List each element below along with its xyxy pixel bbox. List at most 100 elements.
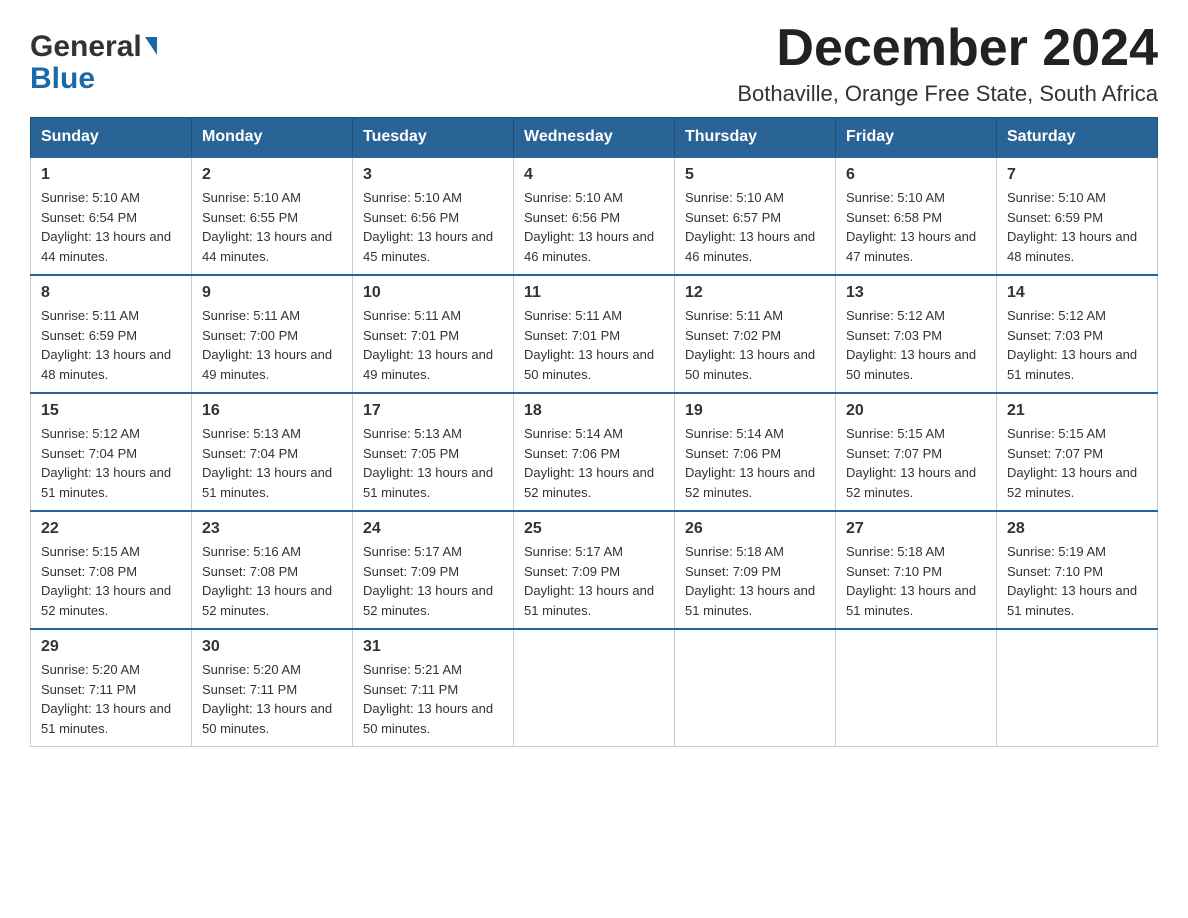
page-header: General Blue December 2024 Bothaville, O… xyxy=(30,20,1158,107)
day-number: 17 xyxy=(363,402,503,420)
day-number: 19 xyxy=(685,402,825,420)
day-number: 18 xyxy=(524,402,664,420)
day-number: 5 xyxy=(685,166,825,184)
day-number: 23 xyxy=(202,520,342,538)
calendar-cell xyxy=(675,629,836,747)
calendar-week-row: 15 Sunrise: 5:12 AMSunset: 7:04 PMDaylig… xyxy=(31,393,1158,511)
calendar-cell: 21 Sunrise: 5:15 AMSunset: 7:07 PMDaylig… xyxy=(997,393,1158,511)
calendar-week-row: 1 Sunrise: 5:10 AMSunset: 6:54 PMDayligh… xyxy=(31,157,1158,275)
calendar-cell: 27 Sunrise: 5:18 AMSunset: 7:10 PMDaylig… xyxy=(836,511,997,629)
day-info: Sunrise: 5:15 AMSunset: 7:07 PMDaylight:… xyxy=(846,424,986,502)
calendar-cell: 24 Sunrise: 5:17 AMSunset: 7:09 PMDaylig… xyxy=(353,511,514,629)
calendar-cell: 25 Sunrise: 5:17 AMSunset: 7:09 PMDaylig… xyxy=(514,511,675,629)
weekday-header-tuesday: Tuesday xyxy=(353,118,514,158)
calendar-table: SundayMondayTuesdayWednesdayThursdayFrid… xyxy=(30,117,1158,747)
location-subtitle: Bothaville, Orange Free State, South Afr… xyxy=(737,81,1158,107)
calendar-cell: 17 Sunrise: 5:13 AMSunset: 7:05 PMDaylig… xyxy=(353,393,514,511)
calendar-cell: 14 Sunrise: 5:12 AMSunset: 7:03 PMDaylig… xyxy=(997,275,1158,393)
day-number: 31 xyxy=(363,638,503,656)
logo-blue-text: Blue xyxy=(30,62,95,96)
day-info: Sunrise: 5:12 AMSunset: 7:03 PMDaylight:… xyxy=(846,306,986,384)
calendar-cell: 5 Sunrise: 5:10 AMSunset: 6:57 PMDayligh… xyxy=(675,157,836,275)
day-info: Sunrise: 5:20 AMSunset: 7:11 PMDaylight:… xyxy=(202,660,342,738)
day-info: Sunrise: 5:12 AMSunset: 7:04 PMDaylight:… xyxy=(41,424,181,502)
calendar-week-row: 8 Sunrise: 5:11 AMSunset: 6:59 PMDayligh… xyxy=(31,275,1158,393)
day-number: 12 xyxy=(685,284,825,302)
calendar-cell: 7 Sunrise: 5:10 AMSunset: 6:59 PMDayligh… xyxy=(997,157,1158,275)
calendar-cell xyxy=(997,629,1158,747)
day-info: Sunrise: 5:18 AMSunset: 7:09 PMDaylight:… xyxy=(685,542,825,620)
day-number: 24 xyxy=(363,520,503,538)
day-info: Sunrise: 5:10 AMSunset: 6:56 PMDaylight:… xyxy=(363,188,503,266)
day-number: 10 xyxy=(363,284,503,302)
day-number: 30 xyxy=(202,638,342,656)
logo-general-text: General xyxy=(30,30,142,64)
calendar-cell: 9 Sunrise: 5:11 AMSunset: 7:00 PMDayligh… xyxy=(192,275,353,393)
day-number: 8 xyxy=(41,284,181,302)
day-number: 1 xyxy=(41,166,181,184)
calendar-cell: 10 Sunrise: 5:11 AMSunset: 7:01 PMDaylig… xyxy=(353,275,514,393)
calendar-cell: 8 Sunrise: 5:11 AMSunset: 6:59 PMDayligh… xyxy=(31,275,192,393)
day-info: Sunrise: 5:10 AMSunset: 6:56 PMDaylight:… xyxy=(524,188,664,266)
calendar-cell: 29 Sunrise: 5:20 AMSunset: 7:11 PMDaylig… xyxy=(31,629,192,747)
calendar-cell: 4 Sunrise: 5:10 AMSunset: 6:56 PMDayligh… xyxy=(514,157,675,275)
calendar-cell: 2 Sunrise: 5:10 AMSunset: 6:55 PMDayligh… xyxy=(192,157,353,275)
logo: General Blue xyxy=(30,30,157,96)
calendar-cell: 18 Sunrise: 5:14 AMSunset: 7:06 PMDaylig… xyxy=(514,393,675,511)
calendar-cell: 12 Sunrise: 5:11 AMSunset: 7:02 PMDaylig… xyxy=(675,275,836,393)
calendar-cell: 1 Sunrise: 5:10 AMSunset: 6:54 PMDayligh… xyxy=(31,157,192,275)
calendar-cell: 26 Sunrise: 5:18 AMSunset: 7:09 PMDaylig… xyxy=(675,511,836,629)
day-number: 29 xyxy=(41,638,181,656)
calendar-cell: 16 Sunrise: 5:13 AMSunset: 7:04 PMDaylig… xyxy=(192,393,353,511)
day-number: 21 xyxy=(1007,402,1147,420)
calendar-week-row: 22 Sunrise: 5:15 AMSunset: 7:08 PMDaylig… xyxy=(31,511,1158,629)
day-info: Sunrise: 5:10 AMSunset: 6:54 PMDaylight:… xyxy=(41,188,181,266)
day-number: 15 xyxy=(41,402,181,420)
day-number: 7 xyxy=(1007,166,1147,184)
calendar-cell: 20 Sunrise: 5:15 AMSunset: 7:07 PMDaylig… xyxy=(836,393,997,511)
day-number: 26 xyxy=(685,520,825,538)
day-info: Sunrise: 5:10 AMSunset: 6:57 PMDaylight:… xyxy=(685,188,825,266)
weekday-header-row: SundayMondayTuesdayWednesdayThursdayFrid… xyxy=(31,118,1158,158)
day-info: Sunrise: 5:15 AMSunset: 7:08 PMDaylight:… xyxy=(41,542,181,620)
weekday-header-sunday: Sunday xyxy=(31,118,192,158)
day-number: 14 xyxy=(1007,284,1147,302)
day-number: 3 xyxy=(363,166,503,184)
calendar-cell: 13 Sunrise: 5:12 AMSunset: 7:03 PMDaylig… xyxy=(836,275,997,393)
day-info: Sunrise: 5:19 AMSunset: 7:10 PMDaylight:… xyxy=(1007,542,1147,620)
calendar-cell: 30 Sunrise: 5:20 AMSunset: 7:11 PMDaylig… xyxy=(192,629,353,747)
day-number: 28 xyxy=(1007,520,1147,538)
weekday-header-saturday: Saturday xyxy=(997,118,1158,158)
calendar-cell: 22 Sunrise: 5:15 AMSunset: 7:08 PMDaylig… xyxy=(31,511,192,629)
weekday-header-friday: Friday xyxy=(836,118,997,158)
title-area: December 2024 Bothaville, Orange Free St… xyxy=(737,20,1158,107)
day-info: Sunrise: 5:17 AMSunset: 7:09 PMDaylight:… xyxy=(363,542,503,620)
calendar-cell: 23 Sunrise: 5:16 AMSunset: 7:08 PMDaylig… xyxy=(192,511,353,629)
day-info: Sunrise: 5:12 AMSunset: 7:03 PMDaylight:… xyxy=(1007,306,1147,384)
day-number: 16 xyxy=(202,402,342,420)
calendar-cell: 15 Sunrise: 5:12 AMSunset: 7:04 PMDaylig… xyxy=(31,393,192,511)
day-info: Sunrise: 5:10 AMSunset: 6:55 PMDaylight:… xyxy=(202,188,342,266)
day-number: 13 xyxy=(846,284,986,302)
day-info: Sunrise: 5:20 AMSunset: 7:11 PMDaylight:… xyxy=(41,660,181,738)
day-info: Sunrise: 5:11 AMSunset: 7:01 PMDaylight:… xyxy=(524,306,664,384)
weekday-header-monday: Monday xyxy=(192,118,353,158)
calendar-week-row: 29 Sunrise: 5:20 AMSunset: 7:11 PMDaylig… xyxy=(31,629,1158,747)
logo-triangle-icon xyxy=(145,37,157,55)
day-info: Sunrise: 5:11 AMSunset: 7:01 PMDaylight:… xyxy=(363,306,503,384)
day-number: 22 xyxy=(41,520,181,538)
weekday-header-thursday: Thursday xyxy=(675,118,836,158)
day-info: Sunrise: 5:16 AMSunset: 7:08 PMDaylight:… xyxy=(202,542,342,620)
day-info: Sunrise: 5:18 AMSunset: 7:10 PMDaylight:… xyxy=(846,542,986,620)
day-info: Sunrise: 5:13 AMSunset: 7:05 PMDaylight:… xyxy=(363,424,503,502)
weekday-header-wednesday: Wednesday xyxy=(514,118,675,158)
day-number: 4 xyxy=(524,166,664,184)
day-number: 27 xyxy=(846,520,986,538)
day-number: 25 xyxy=(524,520,664,538)
calendar-cell: 19 Sunrise: 5:14 AMSunset: 7:06 PMDaylig… xyxy=(675,393,836,511)
day-info: Sunrise: 5:10 AMSunset: 6:59 PMDaylight:… xyxy=(1007,188,1147,266)
day-info: Sunrise: 5:11 AMSunset: 7:00 PMDaylight:… xyxy=(202,306,342,384)
day-info: Sunrise: 5:17 AMSunset: 7:09 PMDaylight:… xyxy=(524,542,664,620)
day-number: 6 xyxy=(846,166,986,184)
day-info: Sunrise: 5:15 AMSunset: 7:07 PMDaylight:… xyxy=(1007,424,1147,502)
